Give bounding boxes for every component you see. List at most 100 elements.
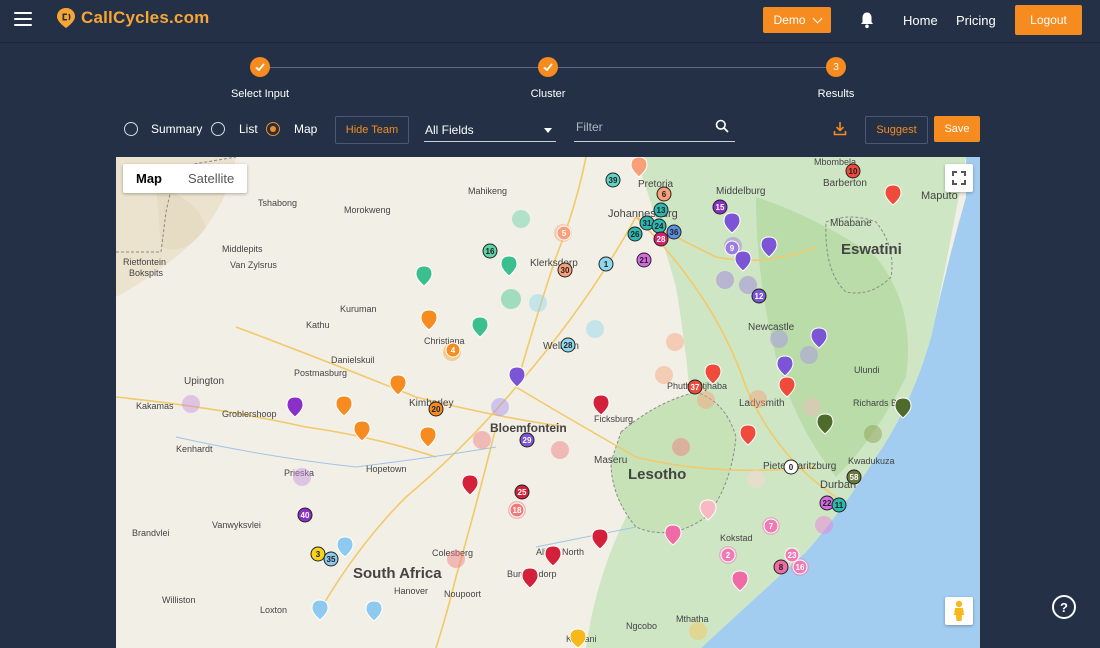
radio-summary-label[interactable]: Summary	[151, 122, 202, 136]
cluster-marker[interactable]: 8	[773, 559, 789, 575]
cluster-marker[interactable]: 6	[656, 186, 672, 202]
cluster-marker[interactable]: 12	[751, 288, 767, 304]
town-label: Danielskuil	[331, 355, 375, 365]
filter-input[interactable]	[574, 117, 708, 137]
cluster-marker[interactable]: 4	[445, 342, 461, 358]
logout-button[interactable]: Logout	[1015, 5, 1082, 35]
cluster-marker[interactable]: 36	[666, 224, 682, 240]
step-1-done[interactable]	[250, 57, 270, 77]
cluster-marker[interactable]: 37	[687, 379, 703, 395]
cluster-marker[interactable]: 11	[831, 497, 847, 513]
cluster-marker[interactable]: 15	[712, 199, 728, 215]
map-pin[interactable]	[286, 396, 304, 418]
nav-pricing-link[interactable]: Pricing	[956, 13, 996, 28]
cluster-marker[interactable]: 7	[763, 518, 779, 534]
cluster-marker[interactable]: 5	[556, 225, 572, 241]
map-pin[interactable]	[420, 309, 438, 331]
cluster-marker[interactable]: 20	[428, 401, 444, 417]
svg-text:39: 39	[609, 176, 618, 185]
svg-text:16: 16	[486, 247, 495, 256]
cluster-marker[interactable]: 35	[323, 551, 339, 567]
suggest-button[interactable]: Suggest	[865, 116, 928, 144]
cluster-marker[interactable]: 16	[792, 559, 808, 575]
map-pin[interactable]	[521, 567, 539, 589]
radio-map[interactable]	[266, 122, 280, 136]
cluster-marker[interactable]: 18	[509, 502, 525, 518]
map-pin[interactable]	[592, 394, 610, 416]
cluster-marker[interactable]: 2	[720, 547, 736, 563]
cluster-marker[interactable]: 26	[627, 226, 643, 242]
download-icon[interactable]	[833, 121, 847, 136]
cluster-marker[interactable]: 29	[519, 432, 535, 448]
save-button[interactable]: Save	[934, 116, 980, 142]
step-3-active[interactable]: 3	[826, 57, 846, 77]
radio-summary[interactable]	[124, 122, 138, 136]
demo-dropdown-button[interactable]: Demo	[763, 7, 831, 33]
fullscreen-button[interactable]	[945, 164, 973, 192]
cluster-marker[interactable]: 1	[598, 256, 614, 272]
cluster-marker[interactable]: 9	[724, 240, 740, 256]
map-pin[interactable]	[471, 316, 489, 338]
cluster-marker[interactable]: 30	[557, 262, 573, 278]
svg-text:26: 26	[631, 230, 640, 239]
town-label: Hanover	[394, 586, 428, 596]
chevron-down-icon	[812, 13, 822, 24]
map-type-satellite-button[interactable]: Satellite	[175, 164, 247, 193]
question-mark-icon: ?	[1060, 599, 1068, 615]
step-2-done[interactable]	[538, 57, 558, 77]
pegman-icon	[954, 600, 964, 621]
cluster-marker[interactable]: 23	[784, 547, 800, 563]
hamburger-menu-icon[interactable]	[14, 12, 32, 26]
map-pin[interactable]	[415, 265, 433, 287]
cluster-marker[interactable]: 28	[653, 231, 669, 247]
radio-list-label[interactable]: List	[239, 122, 258, 136]
map-pin[interactable]	[461, 474, 479, 496]
brand-logo[interactable]: CallCycles.com	[56, 7, 209, 29]
help-button[interactable]: ?	[1052, 595, 1076, 619]
city-label: Pietermaritzburg	[763, 461, 836, 472]
map-type-map-button[interactable]: Map	[123, 164, 175, 193]
cluster-marker[interactable]: 28	[560, 337, 576, 353]
fullscreen-icon	[952, 171, 966, 185]
town-label: Postmasburg	[294, 368, 347, 378]
map-pin[interactable]	[419, 426, 437, 448]
nav-home-link[interactable]: Home	[903, 13, 938, 28]
cluster-marker[interactable]: 24	[651, 218, 667, 234]
svg-text:15: 15	[716, 203, 725, 212]
field-select[interactable]: All Fields	[424, 118, 556, 142]
hide-team-button[interactable]: Hide Team	[335, 116, 409, 144]
cluster-marker[interactable]: 13	[653, 202, 669, 218]
town-label: Bokspits	[129, 268, 164, 278]
cluster-marker[interactable]: 16	[482, 243, 498, 259]
radio-list[interactable]	[211, 122, 225, 136]
step-number: 3	[833, 61, 839, 73]
cluster-marker[interactable]: 40	[297, 507, 313, 523]
step-label-select-input: Select Input	[230, 88, 290, 100]
map-pin[interactable]	[544, 545, 562, 567]
cluster-marker[interactable]: 25	[514, 484, 530, 500]
map-canvas[interactable]: Eswatini Lesotho South Africa Bloemfonte…	[116, 157, 980, 648]
map-pin[interactable]	[591, 528, 609, 550]
svg-text:5: 5	[562, 229, 567, 238]
cluster-marker[interactable]: 58	[846, 469, 862, 485]
cluster-marker[interactable]: 10	[845, 163, 861, 179]
map-pin[interactable]	[336, 536, 354, 558]
map-pin[interactable]	[311, 599, 329, 621]
brand-name: CallCycles.com	[81, 8, 210, 27]
cluster-marker[interactable]: 3	[310, 546, 326, 562]
map-pin[interactable]	[365, 600, 383, 622]
map-pin[interactable]	[500, 255, 518, 277]
radio-map-label[interactable]: Map	[294, 122, 317, 136]
street-view-button[interactable]	[945, 597, 973, 625]
search-icon[interactable]	[715, 119, 729, 133]
svg-text:11: 11	[835, 501, 844, 510]
bell-icon[interactable]	[859, 11, 875, 29]
cluster-marker[interactable]: 21	[636, 252, 652, 268]
svg-text:3: 3	[316, 550, 321, 559]
map-pin[interactable]	[335, 395, 353, 417]
map-pin[interactable]	[569, 628, 587, 648]
map-pin[interactable]	[508, 366, 526, 388]
cluster-marker[interactable]: 39	[605, 172, 621, 188]
map-view[interactable]: Eswatini Lesotho South Africa Bloemfonte…	[116, 157, 980, 648]
cluster-marker[interactable]: 0	[783, 459, 799, 475]
